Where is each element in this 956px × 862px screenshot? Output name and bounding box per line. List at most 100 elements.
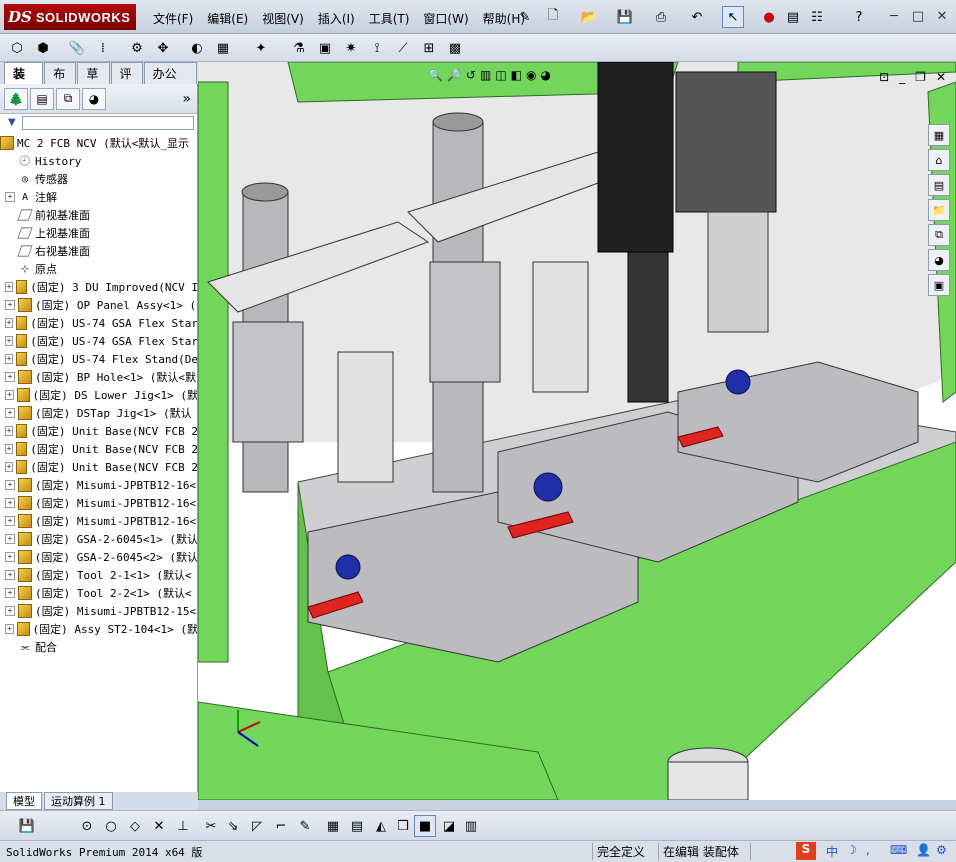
configuration-manager-icon[interactable]: ⧉ <box>56 87 80 110</box>
menu-insert[interactable]: 插入(I) <box>311 8 362 29</box>
save-icon[interactable]: 💾 <box>614 6 636 28</box>
tree-item[interactable]: + (固定) BP Hole<1> (默认<默 <box>0 368 197 386</box>
expand-toggle-icon[interactable]: + <box>5 552 15 562</box>
expand-toggle-icon[interactable]: + <box>5 336 14 346</box>
tab-layout[interactable]: 布局 <box>44 62 77 98</box>
expand-toggle-icon[interactable]: + <box>5 606 15 616</box>
home-icon[interactable]: ⌂ <box>928 149 950 171</box>
display-style-icon[interactable]: ◧ <box>511 68 522 82</box>
hide-show-icon[interactable]: ◉ <box>526 68 536 82</box>
tree-item[interactable]: + (固定) Misumi-JPBTB12-16< <box>0 476 197 494</box>
new-part-icon[interactable]: ⬢ <box>32 37 54 59</box>
viewport-close-icon[interactable]: ✕ <box>936 70 946 84</box>
new-document-icon[interactable]: 🗋 <box>542 6 564 28</box>
menu-edit[interactable]: 编辑(E) <box>200 8 255 29</box>
move-component-icon[interactable]: ✥ <box>152 37 174 59</box>
select-arrow-icon[interactable]: ↖ <box>722 6 744 28</box>
tree-root[interactable]: MC 2 FCB NCV (默认<默认_显示 <box>0 134 197 152</box>
perpendicular-icon[interactable]: ⊥ <box>172 815 194 837</box>
tree-item[interactable]: ⊹ 原点 <box>0 260 197 278</box>
edge-icon[interactable]: ◸ <box>246 815 268 837</box>
ime-user-icon[interactable]: 👤 <box>916 843 931 857</box>
tree-item[interactable]: + (固定) US-74 Flex Stand(De <box>0 350 197 368</box>
tree-item[interactable]: 前视基准面 <box>0 206 197 224</box>
expand-toggle-icon[interactable]: + <box>5 390 15 400</box>
appearance-icon[interactable]: ◕ <box>540 68 550 82</box>
panel-expand-icon[interactable]: » <box>182 91 191 107</box>
tree-item[interactable]: + (固定) Misumi-JPBTB12-16< <box>0 512 197 530</box>
bill-of-materials-icon[interactable]: ▣ <box>314 37 336 59</box>
tab-office-products[interactable]: 办公室产品 <box>143 62 197 115</box>
expand-toggle-icon[interactable]: + <box>5 318 14 328</box>
rebuild-traffic-light-icon[interactable]: ● <box>758 6 780 28</box>
custom-properties-icon[interactable]: ▣ <box>928 274 950 296</box>
ime-settings-icon[interactable]: ⚙ <box>936 843 947 857</box>
tree-item[interactable]: + (固定) GSA-2-6045<1> (默认 <box>0 530 197 548</box>
pin-icon[interactable]: ✎ <box>514 6 536 28</box>
previous-view-icon[interactable]: ↺ <box>466 68 476 82</box>
tree-item[interactable]: + (固定) DS Lower Jig<1> (默 <box>0 386 197 404</box>
file-explorer-icon[interactable]: 📁 <box>928 199 950 221</box>
expand-toggle-icon[interactable]: + <box>5 426 14 436</box>
tree-item[interactable]: + (固定) US-74 GSA Flex Star <box>0 332 197 350</box>
tree-filter-input[interactable] <box>22 116 194 130</box>
maximize-button[interactable]: □ <box>908 6 928 26</box>
interference-detection-icon[interactable]: ⟟ <box>366 37 388 59</box>
tree-item[interactable]: ⫘ 配合 <box>0 638 197 656</box>
expand-toggle-icon[interactable]: + <box>5 498 15 508</box>
speedpak-icon[interactable]: ▩ <box>444 37 466 59</box>
expand-toggle-icon[interactable]: + <box>5 588 15 598</box>
file-properties-icon[interactable]: ▤ <box>782 6 804 28</box>
wireframe-cube-icon[interactable]: ❒ <box>392 815 414 837</box>
shaded-cube-icon[interactable]: ■ <box>414 815 436 837</box>
tree-item[interactable]: 上视基准面 <box>0 224 197 242</box>
insert-component-icon[interactable]: ⬡ <box>6 37 28 59</box>
cross-icon[interactable]: ✕ <box>148 815 170 837</box>
trim-icon[interactable]: ✂ <box>200 815 222 837</box>
expand-toggle-icon[interactable]: + <box>5 408 15 418</box>
tree-item[interactable]: 右视基准面 <box>0 242 197 260</box>
expand-toggle-icon[interactable]: + <box>5 354 14 364</box>
close-button[interactable]: ✕ <box>932 6 952 26</box>
point-icon[interactable]: ⊙ <box>76 815 98 837</box>
tree-item[interactable]: + A 注解 <box>0 188 197 206</box>
save-icon[interactable]: 💾 <box>16 815 38 837</box>
property-manager-icon[interactable]: ▤ <box>30 87 54 110</box>
graphics-area[interactable]: 🔍 🔎 ↺ ▥ ◫ ◧ ◉ ◕ ⊡ _ ❐ ✕ <box>198 62 956 800</box>
tree-item[interactable]: + (固定) Misumi-JPBTB12-16< <box>0 494 197 512</box>
tree-item[interactable]: + (固定) Tool 2-1<1> (默认< <box>0 566 197 584</box>
open-folder-icon[interactable]: 📂 <box>578 6 600 28</box>
appearances-icon[interactable]: ◕ <box>928 249 950 271</box>
tab-sketch[interactable]: 草图 <box>77 62 110 98</box>
ime-punctuation-icon[interactable]: , <box>866 843 870 857</box>
section-view-icon[interactable]: ▥ <box>480 68 491 82</box>
expand-toggle-icon[interactable]: + <box>5 300 15 310</box>
viewport-minimize-icon[interactable]: _ <box>899 70 905 84</box>
menu-window[interactable]: 窗口(W) <box>416 8 475 29</box>
ime-moon-icon[interactable]: ☽ <box>846 843 857 857</box>
linear-pattern-icon[interactable]: ⁞ <box>92 37 114 59</box>
undo-icon[interactable]: ↶ <box>686 6 708 28</box>
expand-toggle-icon[interactable]: + <box>5 282 14 292</box>
expand-toggle-icon[interactable]: + <box>5 372 15 382</box>
tree-item[interactable]: + (固定) Unit Base(NCV FCB 2 <box>0 440 197 458</box>
tree-item[interactable]: + (固定) GSA-2-6045<2> (默认 <box>0 548 197 566</box>
assembly-features-icon[interactable]: ▦ <box>212 37 234 59</box>
tab-assembly[interactable]: 装配体 <box>4 62 44 115</box>
circle-icon[interactable]: ○ <box>100 815 122 837</box>
pencil-icon[interactable]: ✎ <box>294 815 316 837</box>
tree-item[interactable]: + (固定) DSTap Jig<1> (默认 <box>0 404 197 422</box>
tree-item[interactable]: + (固定) Assy ST2-104<1> (默 <box>0 620 197 638</box>
tab-model[interactable]: 模型 <box>6 792 42 810</box>
feature-tree-icon[interactable]: 🌲 <box>4 87 28 110</box>
view-orientation-icon[interactable]: ◫ <box>495 68 506 82</box>
tree-item[interactable]: + (固定) US-74 GSA Flex Star <box>0 314 197 332</box>
viewport-restore-icon[interactable]: ⊡ <box>879 70 889 84</box>
expand-toggle-icon[interactable]: + <box>5 624 15 634</box>
menu-tools[interactable]: 工具(T) <box>362 8 417 29</box>
tree-item[interactable]: + (固定) OP Panel Assy<1> ( <box>0 296 197 314</box>
table-icon[interactable]: ▥ <box>460 815 482 837</box>
tab-motion-study[interactable]: 运动算例 1 <box>44 792 113 810</box>
clearance-verification-icon[interactable]: ⟋ <box>392 37 414 59</box>
show-hidden-icon[interactable]: ◐ <box>186 37 208 59</box>
